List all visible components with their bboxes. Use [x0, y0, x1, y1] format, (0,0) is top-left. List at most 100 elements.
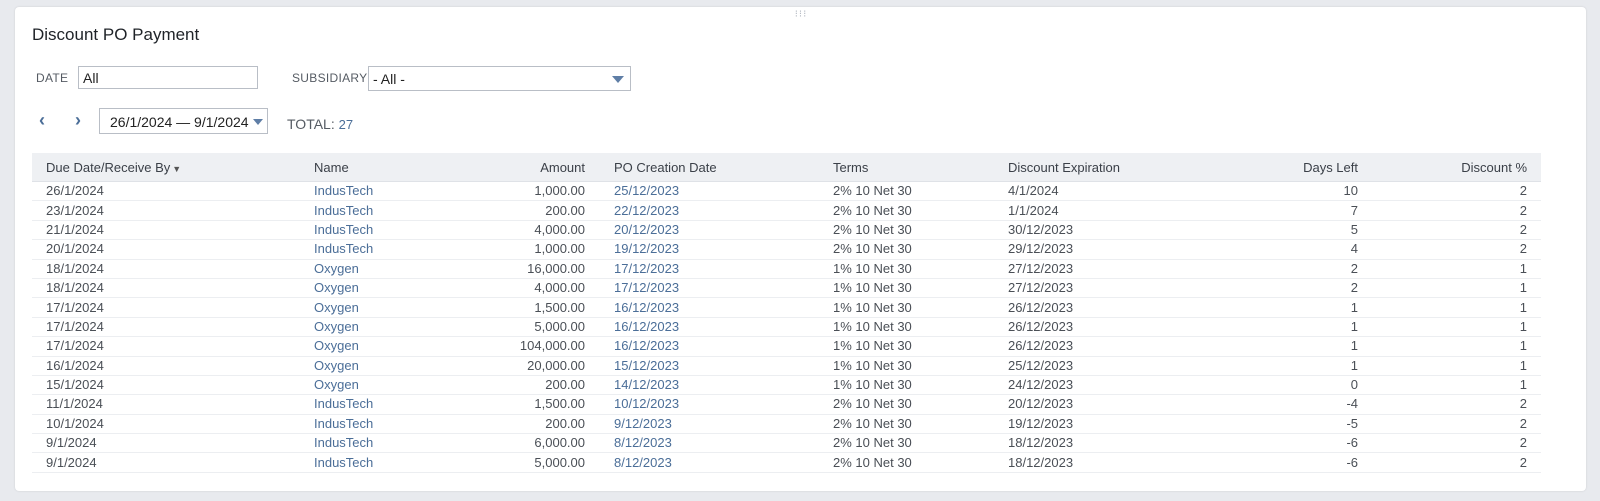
po-creation-date-link[interactable]: 10/12/2023 — [614, 394, 833, 415]
table-header-row: Due Date/Receive By ▼ Name Amount PO Crea… — [32, 153, 1541, 182]
subsidiary-select[interactable]: - All - — [368, 66, 631, 91]
days-left-cell: 2 — [1243, 259, 1358, 279]
terms-cell: 1% 10 Net 30 — [833, 336, 1008, 357]
due-date-cell: 9/1/2024 — [32, 433, 314, 454]
name-link[interactable]: IndusTech — [314, 200, 444, 221]
name-link[interactable]: Oxygen — [314, 356, 444, 376]
discount-expiration-cell: 24/12/2023 — [1008, 375, 1243, 396]
discount-percent-cell: 2 — [1358, 220, 1541, 241]
amount-cell: 5,000.00 — [444, 317, 614, 338]
table-row: 9/1/2024 IndusTech 5,000.00 8/12/2023 2% 10 … — [32, 452, 1541, 473]
po-creation-date-link[interactable]: 20/12/2023 — [614, 220, 833, 241]
drag-handle-icon[interactable]: ⁝⁝⁝ — [793, 10, 809, 22]
date-filter-label: DATE — [36, 71, 69, 85]
column-header-name[interactable]: Name — [314, 153, 444, 182]
due-date-cell: 26/1/2024 — [32, 181, 314, 202]
discount-percent-cell: 2 — [1358, 181, 1541, 202]
name-link[interactable]: IndusTech — [314, 181, 444, 202]
discount-percent-cell: 1 — [1358, 356, 1541, 376]
discount-expiration-cell: 27/12/2023 — [1008, 259, 1243, 279]
name-link[interactable]: IndusTech — [314, 452, 444, 473]
terms-cell: 2% 10 Net 30 — [833, 433, 1008, 454]
column-header-amount[interactable]: Amount — [444, 153, 614, 182]
po-creation-date-link[interactable]: 16/12/2023 — [614, 317, 833, 338]
days-left-cell: 10 — [1243, 181, 1358, 202]
next-page-button[interactable]: › — [71, 111, 85, 129]
terms-cell: 2% 10 Net 30 — [833, 414, 1008, 435]
column-header-due-date[interactable]: Due Date/Receive By ▼ — [32, 153, 314, 182]
name-link[interactable]: Oxygen — [314, 336, 444, 357]
name-link[interactable]: IndusTech — [314, 433, 444, 454]
discount-expiration-cell: 25/12/2023 — [1008, 356, 1243, 376]
chevron-down-icon — [612, 76, 624, 83]
po-creation-date-link[interactable]: 16/12/2023 — [614, 297, 833, 318]
terms-cell: 2% 10 Net 30 — [833, 181, 1008, 202]
discount-percent-cell: 1 — [1358, 297, 1541, 318]
po-creation-date-link[interactable]: 8/12/2023 — [614, 433, 833, 454]
po-creation-date-link[interactable]: 19/12/2023 — [614, 239, 833, 260]
column-header-days-left[interactable]: Days Left — [1243, 153, 1358, 182]
amount-cell: 1,000.00 — [444, 239, 614, 260]
po-creation-date-link[interactable]: 9/12/2023 — [614, 414, 833, 435]
discount-expiration-cell: 4/1/2024 — [1008, 181, 1243, 202]
table-row: 23/1/2024 IndusTech 200.00 22/12/2023 2% 10 … — [32, 200, 1541, 221]
column-header-po-creation-date[interactable]: PO Creation Date — [614, 153, 833, 182]
discount-percent-cell: 1 — [1358, 336, 1541, 357]
table-row: 9/1/2024 IndusTech 6,000.00 8/12/2023 2% 10 … — [32, 433, 1541, 454]
due-date-cell: 17/1/2024 — [32, 317, 314, 338]
total-label: TOTAL: — [287, 116, 335, 132]
column-header-discount-percent[interactable]: Discount % — [1358, 153, 1541, 182]
discount-po-table: Due Date/Receive By ▼ Name Amount PO Crea… — [32, 153, 1541, 473]
po-creation-date-link[interactable]: 8/12/2023 — [614, 452, 833, 473]
po-creation-date-link[interactable]: 15/12/2023 — [614, 356, 833, 376]
name-link[interactable]: Oxygen — [314, 297, 444, 318]
name-link[interactable]: IndusTech — [314, 414, 444, 435]
table-row: 10/1/2024 IndusTech 200.00 9/12/2023 2% 10 N… — [32, 414, 1541, 435]
days-left-cell: -6 — [1243, 452, 1358, 473]
name-link[interactable]: IndusTech — [314, 220, 444, 241]
po-creation-date-link[interactable]: 16/12/2023 — [614, 336, 833, 357]
name-link[interactable]: IndusTech — [314, 394, 444, 415]
po-creation-date-link[interactable]: 22/12/2023 — [614, 200, 833, 221]
po-creation-date-link[interactable]: 25/12/2023 — [614, 181, 833, 202]
portlet-title: Discount PO Payment — [32, 25, 200, 44]
date-range-value: 26/1/2024 — 9/1/2024 — [110, 114, 249, 130]
due-date-cell: 23/1/2024 — [32, 200, 314, 221]
amount-cell: 1,500.00 — [444, 394, 614, 415]
table-row: 18/1/2024 Oxygen 16,000.00 17/12/2023 1% 10 … — [32, 259, 1541, 279]
column-header-discount-expiration[interactable]: Discount Expiration — [1008, 153, 1243, 182]
terms-cell: 1% 10 Net 30 — [833, 278, 1008, 299]
days-left-cell: -4 — [1243, 394, 1358, 415]
discount-expiration-cell: 26/12/2023 — [1008, 297, 1243, 318]
name-link[interactable]: IndusTech — [314, 239, 444, 260]
discount-percent-cell: 2 — [1358, 414, 1541, 435]
previous-page-button[interactable]: ‹ — [35, 111, 49, 129]
date-filter-input[interactable]: All — [78, 66, 258, 89]
due-date-cell: 11/1/2024 — [32, 394, 314, 415]
discount-percent-cell: 2 — [1358, 452, 1541, 473]
days-left-cell: -5 — [1243, 414, 1358, 435]
discount-expiration-cell: 29/12/2023 — [1008, 239, 1243, 260]
amount-cell: 6,000.00 — [444, 433, 614, 454]
discount-expiration-cell: 18/12/2023 — [1008, 452, 1243, 473]
name-link[interactable]: Oxygen — [314, 259, 444, 279]
terms-cell: 2% 10 Net 30 — [833, 220, 1008, 241]
name-link[interactable]: Oxygen — [314, 375, 444, 396]
po-creation-date-link[interactable]: 14/12/2023 — [614, 375, 833, 396]
terms-cell: 1% 10 Net 30 — [833, 356, 1008, 376]
days-left-cell: 4 — [1243, 239, 1358, 260]
days-left-cell: 5 — [1243, 220, 1358, 241]
po-creation-date-link[interactable]: 17/12/2023 — [614, 278, 833, 299]
amount-cell: 4,000.00 — [444, 278, 614, 299]
discount-po-payment-portlet: ⁝⁝⁝ Discount PO Payment DATE All SUBSIDI… — [15, 7, 1586, 491]
discount-expiration-cell: 19/12/2023 — [1008, 414, 1243, 435]
name-link[interactable]: Oxygen — [314, 278, 444, 299]
column-header-terms[interactable]: Terms — [833, 153, 1008, 182]
table-body: 26/1/2024 IndusTech 1,000.00 25/12/2023 2% 1… — [32, 181, 1541, 473]
days-left-cell: 1 — [1243, 336, 1358, 357]
table-row: 16/1/2024 Oxygen 20,000.00 15/12/2023 1% 10 … — [32, 356, 1541, 376]
date-range-select[interactable]: 26/1/2024 — 9/1/2024 — [99, 108, 268, 134]
po-creation-date-link[interactable]: 17/12/2023 — [614, 259, 833, 279]
due-date-cell: 17/1/2024 — [32, 336, 314, 357]
name-link[interactable]: Oxygen — [314, 317, 444, 338]
